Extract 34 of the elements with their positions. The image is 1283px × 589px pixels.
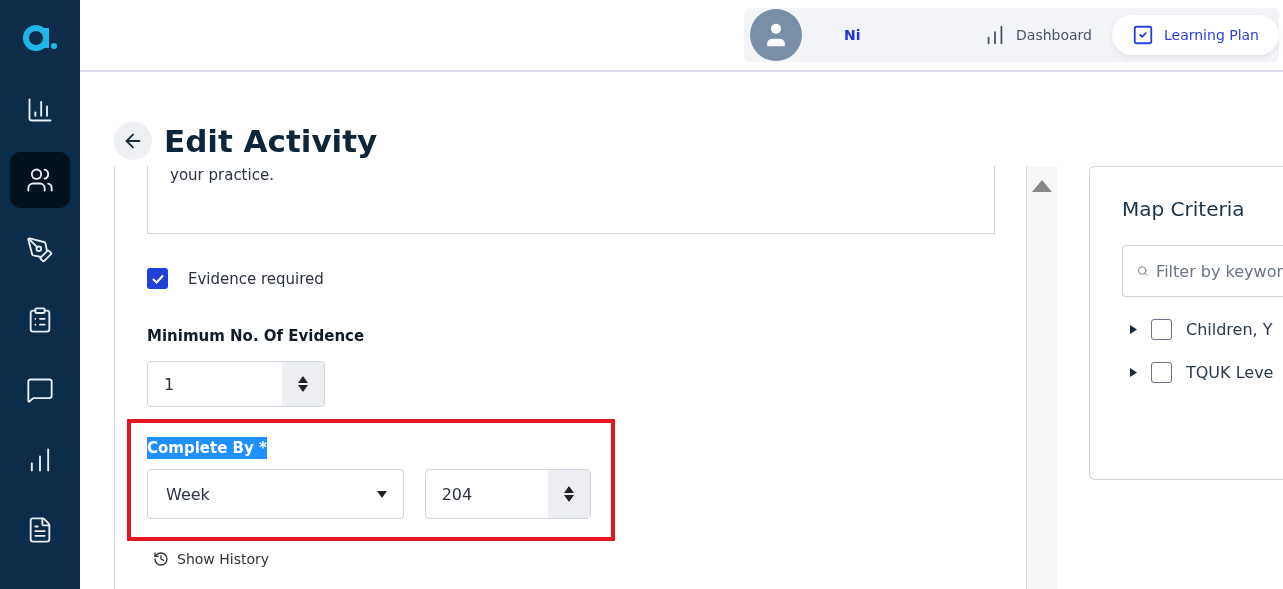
decrement-icon[interactable]: [564, 495, 574, 502]
checkbox-icon: [1132, 24, 1154, 46]
back-button[interactable]: [114, 122, 152, 160]
check-icon[interactable]: [151, 273, 164, 284]
increment-icon[interactable]: [298, 376, 308, 383]
decrement-icon[interactable]: [298, 385, 308, 392]
nav-tab[interactable]: Dashboard: [964, 15, 1112, 55]
expand-icon[interactable]: [1130, 368, 1137, 377]
avatar-icon[interactable]: [750, 9, 802, 61]
scrollbar[interactable]: [1027, 166, 1057, 589]
filter-field[interactable]: Filter by keywor: [1122, 245, 1283, 297]
user-name: Ni: [844, 27, 862, 43]
nav-tab[interactable]: Learning Plan: [1112, 15, 1279, 55]
number-field[interactable]: 204: [424, 469, 591, 519]
show-history-link[interactable]: Show History: [153, 551, 1026, 567]
criteria-label: Children, Y: [1186, 320, 1273, 339]
caret-icon[interactable]: [376, 490, 387, 498]
unit-select[interactable]: Week: [147, 469, 404, 519]
criteria-label: TQUK Leve: [1186, 363, 1274, 382]
increment-icon[interactable]: [564, 486, 574, 493]
page-title: Edit Activity: [164, 123, 378, 159]
scroll-up-icon[interactable]: [1032, 180, 1052, 192]
clock-icon[interactable]: [153, 551, 169, 567]
evidence-checkbox[interactable]: [147, 268, 168, 289]
criteria-checkbox[interactable]: [1151, 362, 1172, 383]
field-label: Minimum No. Of Evidence: [147, 327, 366, 345]
checkbox-label: Evidence required: [188, 269, 324, 288]
criteria-checkbox[interactable]: [1151, 319, 1172, 340]
expand-icon[interactable]: [1130, 325, 1137, 334]
description-field[interactable]: your practice.: [147, 166, 995, 234]
number-field[interactable]: 1: [147, 361, 325, 407]
field-label: Complete By *: [147, 437, 267, 459]
people-icon[interactable]: [10, 152, 70, 208]
card-title: Map Criteria: [1122, 197, 1246, 221]
